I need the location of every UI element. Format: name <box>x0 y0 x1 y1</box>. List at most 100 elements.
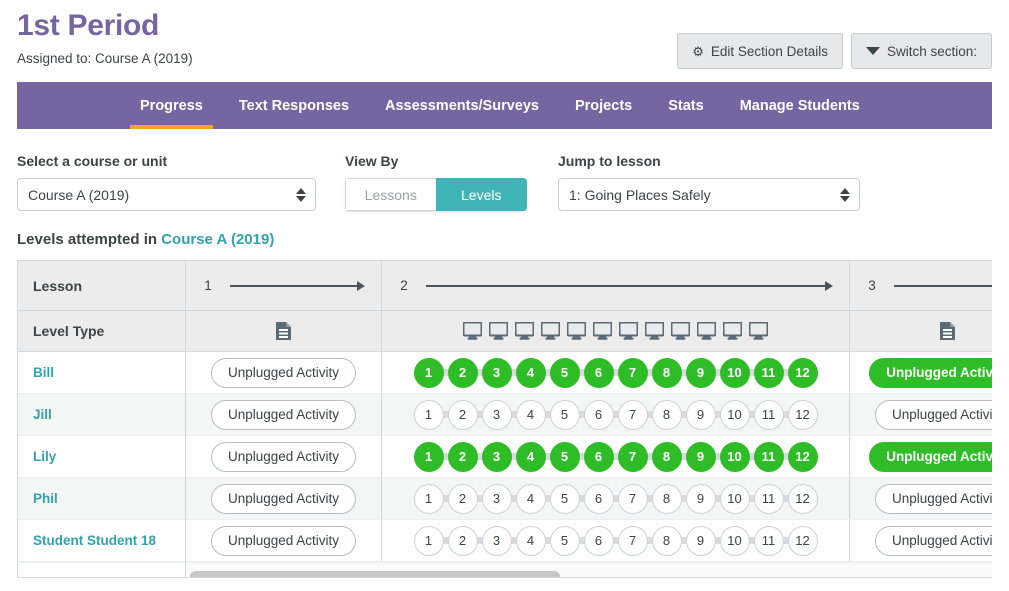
level-bubble[interactable]: 12 <box>787 357 818 388</box>
level-bubble[interactable]: 6 <box>583 399 614 430</box>
unplugged-activity-pill[interactable]: Unplugged Activity <box>210 357 357 388</box>
level-bubble[interactable]: 1 <box>413 399 444 430</box>
level-bubble[interactable]: 9 <box>685 399 716 430</box>
level-bubble[interactable]: 12 <box>787 441 818 472</box>
level-bubble[interactable]: 11 <box>753 525 784 556</box>
level-bubble[interactable]: 9 <box>685 525 716 556</box>
tab-stats[interactable]: Stats <box>650 82 721 129</box>
level-bubble[interactable]: 2 <box>447 483 478 514</box>
student-name-cell[interactable]: Lily <box>18 436 185 478</box>
level-bubble[interactable]: 9 <box>685 483 716 514</box>
level-bubble[interactable]: 1 <box>413 357 444 388</box>
level-bubble[interactable]: 12 <box>787 525 818 556</box>
monitor-icon-wrapper <box>749 322 768 340</box>
level-bubble[interactable]: 5 <box>549 483 580 514</box>
level-bubble[interactable]: 2 <box>447 399 478 430</box>
level-bubble[interactable]: 7 <box>617 525 648 556</box>
tab-projects-label: Projects <box>574 97 633 114</box>
level-bubble[interactable]: 4 <box>515 483 546 514</box>
view-by-levels-option[interactable]: Levels <box>435 178 527 211</box>
lesson-header-cell[interactable]: 3 <box>850 261 992 310</box>
monitor-icon <box>567 322 586 340</box>
student-name-cell[interactable]: Jill <box>18 394 185 436</box>
student-name-cell[interactable]: Student Student 18 <box>18 520 185 562</box>
level-bubble[interactable]: 4 <box>515 441 546 472</box>
unplugged-activity-pill[interactable]: Unplugged Activity <box>210 525 357 556</box>
monitor-icon-wrapper <box>619 322 638 340</box>
unplugged-activity-pill[interactable]: Unplugged Activity <box>874 399 992 430</box>
table-title-course-link[interactable]: Course A (2019) <box>161 231 274 248</box>
level-bubble[interactable]: 5 <box>549 441 580 472</box>
monitor-icon-wrapper <box>541 322 560 340</box>
level-bubble[interactable]: 9 <box>685 357 716 388</box>
level-bubble[interactable]: 7 <box>617 441 648 472</box>
level-bubble[interactable]: 11 <box>753 357 784 388</box>
level-bubble[interactable]: 3 <box>481 357 512 388</box>
view-by-lessons-option[interactable]: Lessons <box>345 178 436 211</box>
level-bubble[interactable]: 2 <box>447 357 478 388</box>
level-bubble[interactable]: 1 <box>413 441 444 472</box>
level-bubble[interactable]: 7 <box>617 399 648 430</box>
unplugged-activity-pill[interactable]: Unplugged Activity <box>210 399 357 430</box>
level-bubble[interactable]: 4 <box>515 357 546 388</box>
tab-progress[interactable]: Progress <box>122 82 221 129</box>
unplugged-activity-pill[interactable]: Unplugged Activity <box>874 483 992 514</box>
level-bubble[interactable]: 3 <box>481 399 512 430</box>
level-bubble[interactable]: 8 <box>651 525 682 556</box>
level-bubble[interactable]: 4 <box>515 399 546 430</box>
level-bubble[interactable]: 11 <box>753 483 784 514</box>
level-bubble[interactable]: 5 <box>549 357 580 388</box>
lesson-header-cell[interactable]: 1 <box>186 261 382 310</box>
level-bubble[interactable]: 1 <box>413 483 444 514</box>
level-bubble[interactable]: 7 <box>617 483 648 514</box>
level-bubble[interactable]: 10 <box>719 525 750 556</box>
level-bubble[interactable]: 6 <box>583 525 614 556</box>
level-bubble[interactable]: 8 <box>651 399 682 430</box>
course-select[interactable]: Course A (2019) <box>17 178 316 211</box>
level-bubble[interactable]: 6 <box>583 483 614 514</box>
level-bubble[interactable]: 8 <box>651 357 682 388</box>
student-name-cell[interactable]: Bill <box>18 352 185 394</box>
level-bubble[interactable]: 10 <box>719 399 750 430</box>
edit-section-details-button[interactable]: ⚙ Edit Section Details <box>677 33 843 69</box>
level-bubble[interactable]: 12 <box>787 483 818 514</box>
tab-projects[interactable]: Projects <box>557 82 650 129</box>
unplugged-activity-pill[interactable]: Unplugged Activity <box>210 483 357 514</box>
level-bubble[interactable]: 4 <box>515 525 546 556</box>
unplugged-activity-pill[interactable]: Unplugged Activity <box>210 441 357 472</box>
level-bubble[interactable]: 6 <box>583 357 614 388</box>
tab-text-responses[interactable]: Text Responses <box>221 82 367 129</box>
unplugged-activity-pill[interactable]: Unplugged Activity <box>869 357 992 388</box>
level-bubble[interactable]: 2 <box>447 525 478 556</box>
unplugged-activity-pill[interactable]: Unplugged Activity <box>869 441 992 472</box>
level-bubble[interactable]: 11 <box>753 399 784 430</box>
level-bubble[interactable]: 10 <box>719 483 750 514</box>
level-bubble[interactable]: 5 <box>549 399 580 430</box>
level-bubble[interactable]: 7 <box>617 357 648 388</box>
level-bubble[interactable]: 8 <box>651 483 682 514</box>
level-bubble[interactable]: 10 <box>719 357 750 388</box>
level-bubble[interactable]: 12 <box>787 399 818 430</box>
level-bubble[interactable]: 9 <box>685 441 716 472</box>
tab-assessments-surveys[interactable]: Assessments/Surveys <box>367 82 557 129</box>
tab-manage-students[interactable]: Manage Students <box>722 82 878 129</box>
level-bubble[interactable]: 3 <box>481 525 512 556</box>
monitor-icon-wrapper <box>645 322 664 340</box>
level-bubble[interactable]: 2 <box>447 441 478 472</box>
student-name-cell[interactable]: Phil <box>18 478 185 520</box>
level-bubble[interactable]: 6 <box>583 441 614 472</box>
level-bubble[interactable]: 8 <box>651 441 682 472</box>
unplugged-activity-pill[interactable]: Unplugged Activity <box>874 525 992 556</box>
horizontal-scrollbar[interactable] <box>186 562 992 577</box>
switch-section-button[interactable]: Switch section: <box>850 33 992 69</box>
lesson-header-cell[interactable]: 2 <box>382 261 850 310</box>
level-bubble[interactable]: 10 <box>719 441 750 472</box>
level-bubble[interactable]: 3 <box>481 483 512 514</box>
document-icon <box>276 322 291 340</box>
horizontal-scrollbar-thumb[interactable] <box>190 570 560 577</box>
level-bubble[interactable]: 5 <box>549 525 580 556</box>
jump-to-lesson-select[interactable]: 1: Going Places Safely <box>558 178 860 211</box>
level-bubble[interactable]: 3 <box>481 441 512 472</box>
level-bubble[interactable]: 11 <box>753 441 784 472</box>
level-bubble[interactable]: 1 <box>413 525 444 556</box>
